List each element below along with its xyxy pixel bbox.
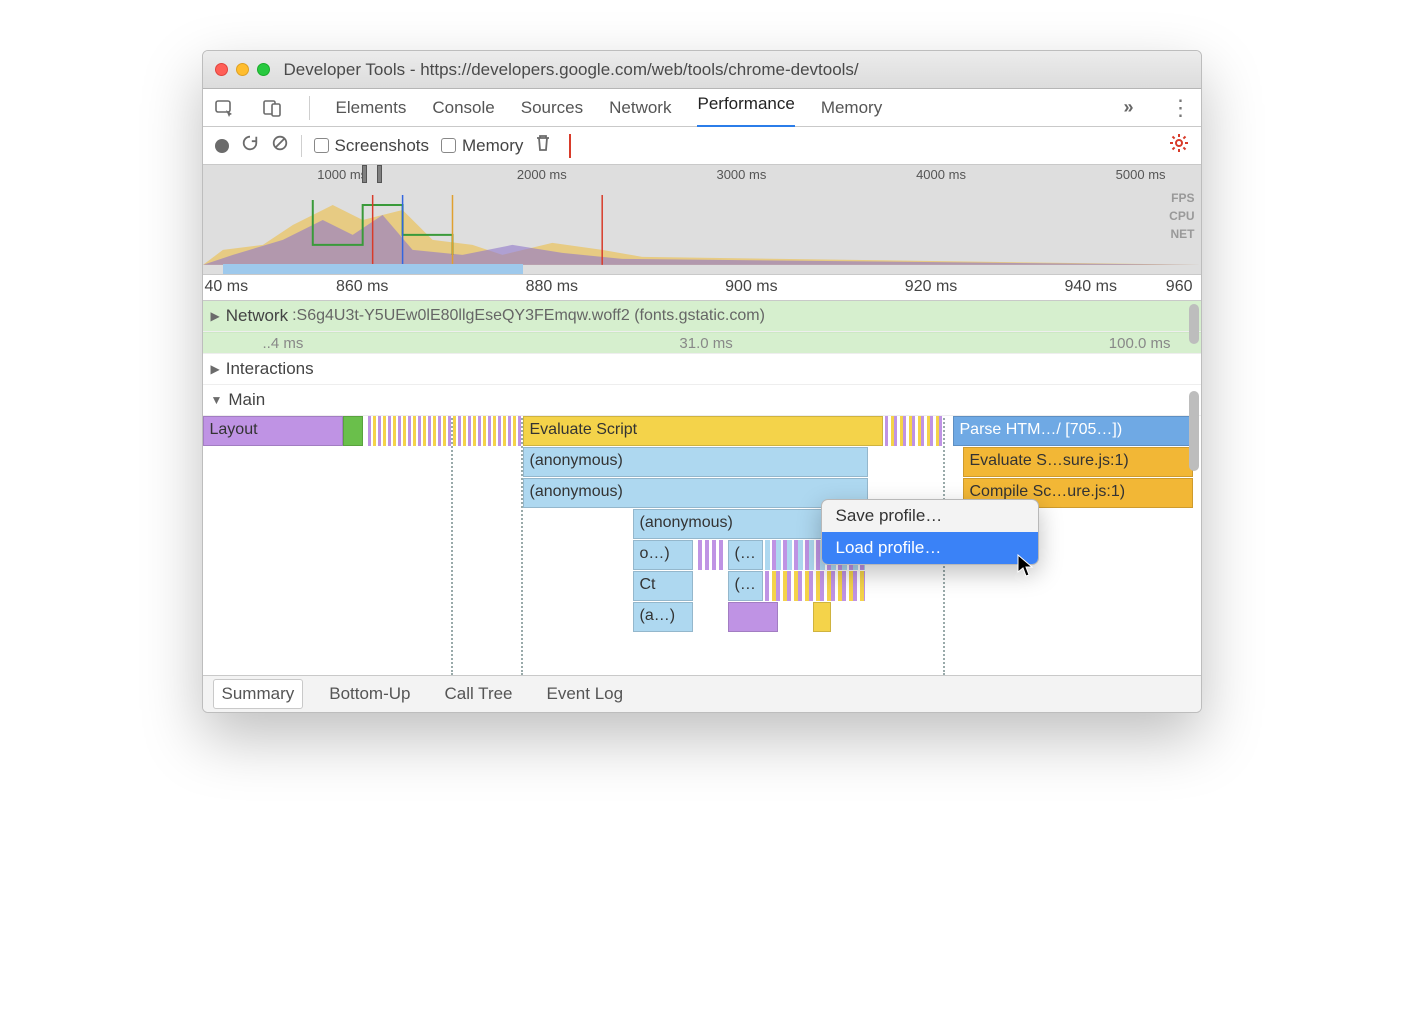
close-window-button[interactable] <box>215 63 228 76</box>
btab-call-tree[interactable]: Call Tree <box>436 680 520 708</box>
flame-block[interactable] <box>728 602 778 632</box>
flame-layout[interactable]: Layout <box>203 416 343 446</box>
frames-right: 100.0 ms <box>1109 335 1171 352</box>
expand-icon[interactable]: ▶ <box>211 309 220 323</box>
ruler-tick: 860 ms <box>336 278 388 296</box>
frames-left: ..4 ms <box>263 335 304 352</box>
ruler-tick: 920 ms <box>905 278 957 296</box>
timeline-ruler[interactable]: 40 ms 860 ms 880 ms 900 ms 920 ms 940 ms… <box>203 275 1201 301</box>
ruler-tick: 900 ms <box>725 278 777 296</box>
ov-tick: 1000 ms <box>317 167 367 182</box>
settings-separator <box>569 134 571 158</box>
zoom-window-button[interactable] <box>257 63 270 76</box>
frames-center: 31.0 ms <box>679 335 732 352</box>
btab-bottom-up[interactable]: Bottom-Up <box>321 680 418 708</box>
ov-tick: 4000 ms <box>916 167 966 182</box>
ruler-tick: 940 ms <box>1064 278 1116 296</box>
kebab-menu-icon[interactable]: ⋮ <box>1170 95 1191 121</box>
flame-stripes[interactable] <box>368 416 523 446</box>
minimize-window-button[interactable] <box>236 63 249 76</box>
device-toolbar-icon[interactable] <box>261 97 283 119</box>
tab-console[interactable]: Console <box>432 98 494 118</box>
flame-evaluate-script[interactable]: Evaluate Script <box>523 416 883 446</box>
overview-handle-left[interactable] <box>362 165 367 183</box>
panel-tabstrip: Elements Console Sources Network Perform… <box>203 89 1201 127</box>
scrollbar-thumb[interactable] <box>1189 304 1199 344</box>
window-title: Developer Tools - https://developers.goo… <box>284 60 859 80</box>
network-label: Network <box>226 306 288 326</box>
interactions-label: Interactions <box>226 359 314 379</box>
flame-a[interactable]: (a…) <box>633 602 693 632</box>
overflow-tabs-button[interactable]: » <box>1123 97 1133 118</box>
screenshots-checkbox[interactable]: Screenshots <box>314 136 430 156</box>
cursor-icon <box>1017 554 1035 578</box>
screenshots-label: Screenshots <box>335 136 430 156</box>
flame-chart[interactable]: Layout Evaluate Script Parse HTM…/ [705…… <box>203 416 1201 676</box>
flame-o[interactable]: o…) <box>633 540 693 570</box>
context-menu: Save profile… Load profile… <box>821 499 1039 565</box>
expand-icon[interactable]: ▶ <box>211 362 220 376</box>
frames-row: ..4 ms 31.0 ms 100.0 ms <box>203 332 1201 354</box>
flame-stripes[interactable] <box>885 416 945 446</box>
ctx-load-profile[interactable]: Load profile… <box>822 532 1038 564</box>
flame-evaluate-s[interactable]: Evaluate S…sure.js:1) <box>963 447 1193 477</box>
flame-stripes[interactable] <box>698 540 723 570</box>
ov-tick: 3000 ms <box>716 167 766 182</box>
inspect-element-icon[interactable] <box>213 97 235 119</box>
details-tabstrip: Summary Bottom-Up Call Tree Event Log <box>203 676 1201 712</box>
main-row[interactable]: ▼ Main <box>203 385 1201 416</box>
flame-block[interactable] <box>813 602 831 632</box>
reload-record-icon[interactable] <box>241 134 259 157</box>
network-row[interactable]: ▶ Network :S6g4U3t-Y5UEw0lE80llgEseQY3FE… <box>203 301 1201 332</box>
flame-anonymous-1[interactable]: (anonymous) <box>523 447 868 477</box>
ruler-end: 960 <box>1166 278 1193 296</box>
checkbox-icon[interactable] <box>314 138 329 153</box>
memory-label: Memory <box>462 136 523 156</box>
ruler-tick: 880 ms <box>526 278 578 296</box>
timeline-tracks: ▶ Network :S6g4U3t-Y5UEw0lE80llgEseQY3FE… <box>203 301 1201 676</box>
performance-toolbar: Screenshots Memory <box>203 127 1201 165</box>
separator <box>309 96 310 120</box>
flame-stripes[interactable] <box>765 571 865 601</box>
btab-event-log[interactable]: Event Log <box>539 680 632 708</box>
flame-block[interactable] <box>343 416 363 446</box>
overview-cpu-graph <box>203 195 1201 265</box>
flame-ct[interactable]: Ct <box>633 571 693 601</box>
flame-anonymous-2[interactable]: (anonymous) <box>523 478 868 508</box>
overview-net-bar <box>223 264 523 274</box>
network-detail: :S6g4U3t-Y5UEw0lE80llgEseQY3FEmqw.woff2 … <box>292 307 765 325</box>
traffic-lights <box>215 63 270 76</box>
guide-line <box>451 416 453 675</box>
titlebar: Developer Tools - https://developers.goo… <box>203 51 1201 89</box>
flame-parse-html[interactable]: Parse HTM…/ [705…]) <box>953 416 1193 446</box>
tab-network[interactable]: Network <box>609 98 671 118</box>
checkbox-icon[interactable] <box>441 138 456 153</box>
memory-checkbox[interactable]: Memory <box>441 136 523 156</box>
tab-elements[interactable]: Elements <box>336 98 407 118</box>
timeline-overview[interactable]: 1000 ms 2000 ms 3000 ms 4000 ms 5000 ms … <box>203 165 1201 275</box>
devtools-window: Developer Tools - https://developers.goo… <box>202 50 1202 713</box>
scrollbar-thumb[interactable] <box>1189 391 1199 471</box>
clear-icon[interactable] <box>271 134 289 157</box>
flame-paren-1[interactable]: (… <box>728 540 763 570</box>
record-button[interactable] <box>215 139 229 153</box>
ov-tick: 2000 ms <box>517 167 567 182</box>
flame-paren-2[interactable]: (… <box>728 571 763 601</box>
guide-line <box>521 416 523 675</box>
overview-handle-right[interactable] <box>377 165 382 183</box>
ov-tick: 5000 ms <box>1116 167 1166 182</box>
tab-performance[interactable]: Performance <box>697 94 794 122</box>
tab-memory[interactable]: Memory <box>821 98 882 118</box>
ruler-start: 40 ms <box>205 278 249 296</box>
ctx-save-profile[interactable]: Save profile… <box>822 500 1038 532</box>
main-label: Main <box>228 390 265 410</box>
tab-sources[interactable]: Sources <box>521 98 583 118</box>
settings-gear-icon[interactable] <box>1169 133 1189 159</box>
collapse-icon[interactable]: ▼ <box>211 393 223 407</box>
separator <box>301 135 302 157</box>
btab-summary[interactable]: Summary <box>213 679 304 709</box>
garbage-collect-icon[interactable] <box>535 134 551 157</box>
interactions-row[interactable]: ▶ Interactions <box>203 354 1201 385</box>
